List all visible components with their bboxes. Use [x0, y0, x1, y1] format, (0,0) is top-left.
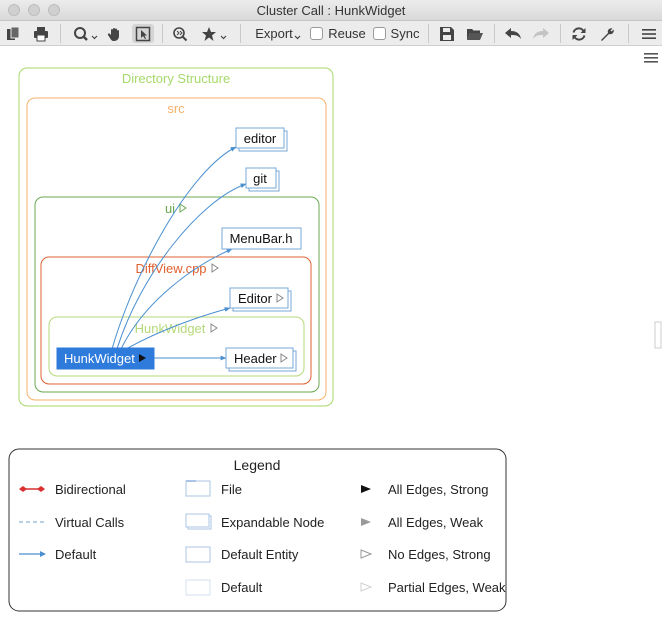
legend-all-edges-strong-label: All Edges, Strong	[388, 482, 488, 497]
node-header-label: Header	[234, 351, 277, 366]
toolbar-separator	[494, 24, 495, 43]
node-menubar-label: MenuBar.h	[230, 231, 293, 246]
reuse-checkbox[interactable]: Reuse	[310, 24, 366, 43]
legend-expandable-node-label: Expandable Node	[221, 515, 324, 530]
select-tool-icon[interactable]	[132, 24, 154, 43]
hunkwidget-cluster-marker-icon[interactable]	[210, 323, 218, 333]
toolbar-menu-icon[interactable]	[638, 24, 660, 43]
node-header[interactable]: Header	[225, 347, 297, 372]
toolbar-separator	[428, 24, 429, 43]
scrollbar-handle[interactable]	[654, 321, 662, 349]
refresh-icon[interactable]	[568, 24, 590, 43]
wrench-settings-icon[interactable]	[596, 24, 618, 43]
toolbar-separator	[162, 24, 163, 43]
sync-label: Sync	[390, 26, 420, 41]
legend-partial-edges-weak-label: Partial Edges, Weak	[388, 580, 506, 595]
legend-default-edge-label: Default	[55, 547, 97, 562]
legend-bidirectional-label: Bidirectional	[55, 482, 126, 497]
legend-default-node: Default	[185, 579, 263, 596]
export-label: Export	[255, 26, 293, 41]
graph-canvas[interactable]: Directory Structure src ui DiffView.cpp …	[0, 46, 662, 620]
cluster-hunkwidget-label: HunkWidget	[135, 321, 206, 336]
legend-expandable-node: Expandable Node	[185, 513, 324, 530]
save-icon[interactable]	[437, 24, 457, 43]
node-editor-file-label: editor	[244, 131, 277, 146]
chevron-down-icon	[294, 35, 301, 39]
toolbar-separator	[240, 24, 241, 43]
ui-expand-marker-icon[interactable]	[179, 203, 187, 213]
node-git-file-label: git	[253, 171, 267, 186]
node-git-file[interactable]: git	[245, 167, 280, 192]
sync-checkbox[interactable]: Sync	[372, 24, 420, 43]
back-arrow-icon[interactable]	[502, 24, 524, 43]
hand-pan-icon[interactable]	[105, 24, 125, 43]
zoom-fit-icon[interactable]	[170, 24, 190, 43]
legend-default-node-label: Default	[221, 580, 263, 595]
reuse-checkbox-box[interactable]	[310, 27, 324, 40]
diffview-expand-marker-icon[interactable]	[211, 263, 219, 273]
sync-checkbox-box[interactable]	[372, 27, 386, 40]
title-bar: Cluster Call : HunkWidget	[0, 0, 662, 21]
legend-panel: Legend Bidirectional Virtual Calls Defau…	[8, 448, 507, 612]
legend-title: Legend	[234, 457, 281, 473]
window-title: Cluster Call : HunkWidget	[256, 3, 406, 18]
legend-default-entity-label: Default Entity	[221, 547, 299, 562]
node-hunkwidget-selected[interactable]: HunkWidget	[56, 347, 155, 370]
node-hunkwidget-label: HunkWidget	[64, 351, 135, 366]
toolbar-separator	[560, 24, 561, 43]
cluster-src-label: src	[167, 101, 185, 116]
legend-all-edges-weak-label: All Edges, Weak	[388, 515, 484, 530]
export-menu-button[interactable]: Export	[252, 24, 306, 43]
search-icon[interactable]	[72, 24, 100, 43]
favorites-star-icon[interactable]	[200, 24, 230, 43]
toolbar-separator	[60, 24, 61, 43]
node-editor-class[interactable]: Editor	[229, 287, 292, 312]
toolbar: Export Reuse Sync	[0, 21, 662, 46]
legend-virtual-calls-label: Virtual Calls	[55, 515, 125, 530]
node-menubar[interactable]: MenuBar.h	[221, 227, 302, 250]
open-folder-icon[interactable]	[464, 24, 486, 43]
node-editor-class-label: Editor	[238, 291, 273, 306]
print-icon[interactable]	[31, 24, 51, 43]
legend-no-edges-strong-label: No Edges, Strong	[388, 547, 491, 562]
legend-file-label: File	[221, 482, 242, 497]
copy-icon[interactable]	[3, 24, 23, 43]
cluster-directory-label: Directory Structure	[122, 71, 230, 86]
reuse-label: Reuse	[328, 26, 366, 41]
forward-arrow-icon[interactable]	[530, 24, 552, 43]
side-menu-icon[interactable]	[644, 53, 658, 63]
toolbar-separator	[628, 24, 629, 43]
edge-hunkwidget-to-editor[interactable]	[111, 146, 237, 350]
legend-default-entity: Default Entity	[185, 546, 299, 563]
node-editor-file[interactable]: editor	[235, 127, 288, 152]
